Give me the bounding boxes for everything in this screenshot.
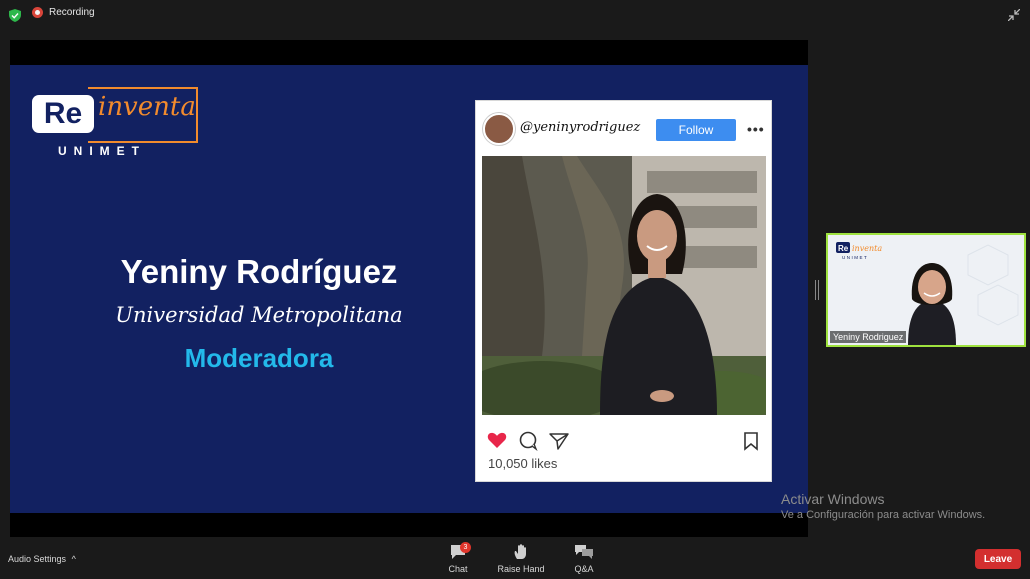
logo-inventa: inventa bbox=[98, 92, 196, 122]
bookmark-icon bbox=[744, 432, 758, 451]
watermark-title: Activar Windows bbox=[781, 491, 885, 507]
presentation-slide: Re inventa UNIMET Yeniny Rodríguez Unive… bbox=[10, 65, 808, 513]
tile-logo-inventa: inventa bbox=[852, 244, 882, 253]
shared-screen: Re inventa UNIMET Yeniny Rodríguez Unive… bbox=[10, 40, 808, 537]
qa-label: Q&A bbox=[574, 564, 594, 574]
panel-resize-handle[interactable] bbox=[815, 280, 819, 300]
qa-icon bbox=[575, 545, 593, 559]
raise-hand-label: Raise Hand bbox=[497, 564, 545, 574]
raise-hand-button[interactable]: Raise Hand bbox=[495, 544, 547, 574]
speaker-role: Moderadora bbox=[184, 343, 334, 373]
instagram-actions bbox=[487, 431, 758, 451]
speaker-name: Yeniny Rodríguez bbox=[120, 253, 398, 290]
caret-up-icon: ^ bbox=[71, 554, 76, 564]
exit-fullscreen-icon[interactable] bbox=[1008, 9, 1020, 21]
reinventa-logo: Re inventa UNIMET bbox=[32, 85, 202, 165]
record-icon bbox=[32, 7, 43, 18]
raise-hand-icon bbox=[514, 544, 526, 559]
likes-count: 10,050 likes bbox=[488, 456, 558, 471]
security-shield-icon[interactable] bbox=[9, 9, 21, 22]
instagram-post-card: @yeninyrodriguez Follow ••• 10,050 likes bbox=[475, 100, 772, 482]
heart-icon bbox=[487, 432, 507, 448]
meeting-controls-bar: Audio Settings ^ 3 Chat Raise Hand Q&A L… bbox=[0, 541, 1030, 579]
windows-activation-watermark: Activar Windows Ve a Configuración para … bbox=[781, 491, 985, 521]
chat-unread-badge: 3 bbox=[460, 542, 471, 553]
leave-button[interactable]: Leave bbox=[975, 549, 1021, 569]
top-bar: Recording bbox=[0, 0, 1030, 30]
university-name: Universidad Metropolitana bbox=[115, 303, 403, 327]
recording-indicator[interactable]: Recording bbox=[32, 7, 95, 18]
send-icon bbox=[549, 433, 569, 450]
follow-button: Follow bbox=[656, 119, 736, 141]
speaker-photo bbox=[482, 156, 766, 415]
tile-logo-re: Re bbox=[838, 244, 849, 253]
logo-re: Re bbox=[32, 95, 94, 133]
recording-label: Recording bbox=[49, 7, 95, 18]
watermark-subtitle: Ve a Configuración para activar Windows. bbox=[781, 509, 986, 521]
more-options-icon: ••• bbox=[747, 121, 765, 137]
participant-video-tile[interactable]: Re inventa UNIMET Yeniny Rodriguez bbox=[826, 233, 1026, 347]
logo-unimet: UNIMET bbox=[58, 144, 146, 158]
chat-button[interactable]: 3 Chat bbox=[444, 542, 472, 574]
instagram-handle: @yeninyrodriguez bbox=[520, 120, 641, 135]
audio-settings-label: Audio Settings bbox=[8, 554, 67, 564]
tile-logo-unimet: UNIMET bbox=[842, 255, 868, 260]
audio-settings-button[interactable]: Audio Settings ^ bbox=[8, 554, 76, 564]
qa-button[interactable]: Q&A bbox=[571, 544, 597, 574]
instagram-avatar bbox=[483, 113, 515, 145]
participant-name-label: Yeniny Rodriguez bbox=[830, 331, 907, 343]
chat-label: Chat bbox=[448, 564, 468, 574]
participant-video: Re inventa UNIMET bbox=[828, 235, 1024, 345]
